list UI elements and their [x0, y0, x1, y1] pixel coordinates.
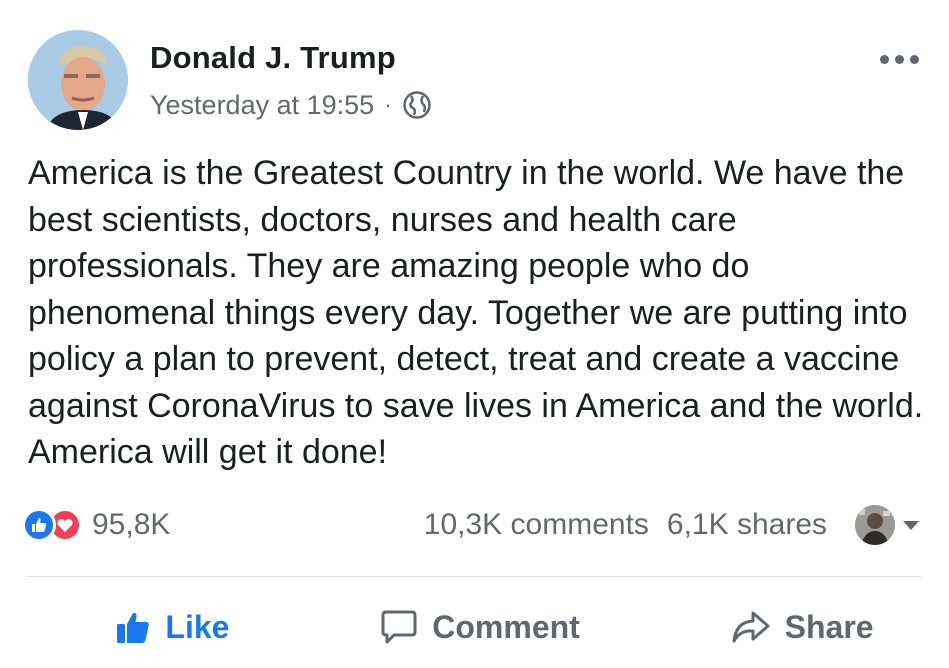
chevron-down-icon [903, 520, 919, 530]
like-button[interactable]: Like [105, 609, 239, 646]
comment-button[interactable]: Comment [370, 609, 590, 646]
share-arrow-icon [732, 611, 770, 643]
facebook-post: Donald J. Trump Yesterday at 19:55 · Ame… [0, 0, 949, 668]
more-dot [910, 55, 919, 64]
post-actions: Like Comment Share [0, 595, 949, 659]
more-dot [895, 55, 904, 64]
share-as-selector[interactable] [845, 505, 919, 545]
post-timestamp[interactable]: Yesterday at 19:55 [150, 90, 374, 121]
author-name[interactable]: Donald J. Trump [150, 40, 396, 76]
reaction-count: 95,8K [92, 508, 171, 541]
author-avatar[interactable] [28, 30, 128, 130]
share-label: Share [784, 608, 874, 645]
avatar-portrait [28, 30, 128, 130]
comment-label: Comment [432, 608, 580, 645]
comment-icon [381, 610, 417, 644]
thumbs-up-icon [117, 612, 150, 643]
engagement-stats: 10,3K comments 6,1K shares [424, 505, 919, 545]
viewer-avatar [855, 505, 895, 545]
like-label: Like [165, 608, 230, 645]
more-options-icon[interactable] [880, 55, 919, 64]
post-meta: Yesterday at 19:55 · [150, 88, 432, 122]
comments-count-link[interactable]: 10,3K comments [424, 508, 649, 542]
like-icon [22, 508, 56, 542]
action-divider [28, 576, 921, 577]
meta-separator: · [384, 92, 392, 117]
share-button[interactable]: Share [721, 609, 884, 646]
globe-icon[interactable] [402, 90, 432, 120]
shares-count-link[interactable]: 6,1K shares [667, 508, 827, 542]
more-dot [880, 55, 889, 64]
reactions-summary[interactable]: 95,8K [22, 505, 170, 545]
post-body-text: America is the Greatest Country in the w… [28, 154, 924, 471]
